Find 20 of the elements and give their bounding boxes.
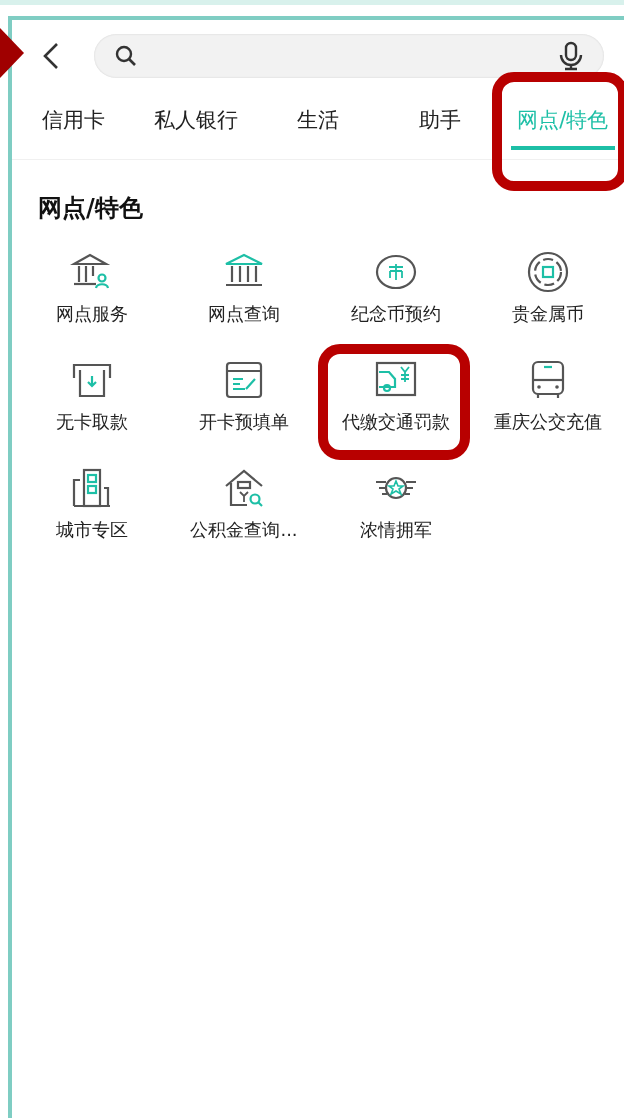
service-item[interactable]: 城市专区 (56, 458, 128, 566)
service-item[interactable]: 公积金查询... (190, 458, 298, 566)
service-item[interactable]: 网点服务 (56, 242, 128, 350)
service-item[interactable]: 开卡预填单 (199, 350, 289, 458)
service-item[interactable]: 网点查询 (208, 242, 280, 350)
service-item[interactable]: 纪念币预约 (351, 242, 441, 350)
service-item[interactable]: 浓情拥军 (360, 458, 432, 566)
category-tab[interactable]: 助手 (386, 92, 495, 159)
section-title: 网点/特色 (37, 193, 144, 224)
microphone-icon[interactable] (558, 41, 584, 71)
category-tab[interactable]: 信用卡 (19, 92, 128, 159)
search-icon (114, 44, 138, 68)
category-tab[interactable]: 生活 (264, 92, 372, 159)
service-item[interactable]: 重庆公交充值 (494, 350, 602, 458)
category-tab[interactable]: 私人银行 (141, 92, 250, 159)
coin-icon (526, 250, 570, 294)
service-item[interactable]: 代缴交通罚款 (342, 350, 450, 458)
service-item[interactable]: 贵金属币 (512, 242, 584, 350)
search-field[interactable] (94, 34, 604, 78)
service-item[interactable]: 无卡取款 (56, 350, 128, 458)
